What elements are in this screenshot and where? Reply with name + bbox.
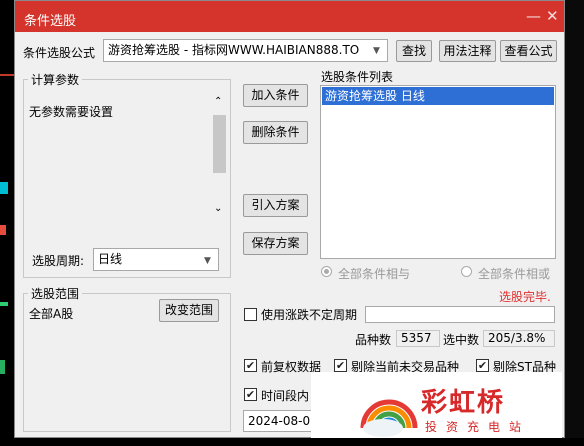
chevron-down-icon[interactable]: ▼ bbox=[204, 256, 211, 266]
formula-select[interactable]: 游资抢筹选股 - 指标网WWW.HAIBIAN888.TO bbox=[103, 39, 388, 62]
formula-value: 游资抢筹选股 - 指标网WWW.HAIBIAN888.TO bbox=[108, 43, 360, 57]
chart-line bbox=[0, 360, 5, 374]
params-text: 无参数需要设置 bbox=[29, 105, 114, 119]
hit-value: 205/3.8% bbox=[488, 331, 546, 345]
save-plan-button[interactable]: 保存方案 bbox=[243, 232, 308, 255]
count-field: 5357 bbox=[396, 330, 440, 347]
chart-line bbox=[0, 74, 14, 76]
radio-or[interactable] bbox=[461, 266, 472, 277]
hit-label: 选中数 bbox=[443, 333, 480, 347]
check-icon: ✔ bbox=[245, 359, 256, 372]
period-label: 选股周期: bbox=[32, 254, 85, 268]
add-condition-button[interactable]: 加入条件 bbox=[243, 84, 308, 107]
period-range-label: 时间段内 bbox=[261, 389, 310, 403]
chevron-up-icon[interactable]: ⌃ bbox=[214, 96, 222, 107]
remove-untraded-checkbox[interactable]: ✔ bbox=[334, 359, 347, 372]
period-select[interactable]: 日线 bbox=[93, 248, 219, 271]
change-range-button[interactable]: 改变范围 bbox=[159, 299, 219, 322]
params-scrollbar[interactable]: ⌃ ⌄ bbox=[212, 95, 226, 223]
period-range-checkbox[interactable]: ✔ bbox=[244, 388, 257, 401]
adjust-checkbox[interactable]: ✔ bbox=[244, 359, 257, 372]
window-title: 条件选股 bbox=[24, 14, 77, 29]
radio-or-label: 全部条件相或 bbox=[478, 267, 551, 281]
period-value: 日线 bbox=[98, 252, 123, 266]
start-date-value: 2024-08-01 bbox=[248, 414, 318, 428]
condition-list[interactable]: 游资抢筹选股 日线 bbox=[320, 85, 556, 259]
radio-and-label: 全部条件相与 bbox=[338, 267, 411, 281]
range-group-label: 选股范围 bbox=[28, 285, 83, 302]
brand-name: 彩虹桥 bbox=[421, 388, 506, 418]
brand-subtitle: 投资充电站 bbox=[425, 420, 531, 434]
background-chart-strip bbox=[0, 0, 14, 446]
usage-notes-button[interactable]: 用法注释 bbox=[439, 40, 496, 62]
scroll-thumb[interactable] bbox=[213, 115, 226, 173]
delete-condition-button[interactable]: 删除条件 bbox=[243, 121, 308, 144]
hit-field: 205/3.8% bbox=[483, 330, 555, 347]
watermark-logo: 彩虹桥 投资充电站 bbox=[311, 372, 562, 438]
title-bar: 条件选股 — ✕ bbox=[15, 1, 564, 32]
count-label: 品种数 bbox=[355, 333, 392, 347]
background-bottom bbox=[0, 438, 584, 446]
check-icon: ✔ bbox=[245, 388, 256, 401]
limit-period-checkbox[interactable] bbox=[244, 308, 257, 321]
condition-item[interactable]: 游资抢筹选股 日线 bbox=[322, 87, 554, 105]
formula-label: 条件选股公式 bbox=[23, 46, 96, 60]
limit-period-input[interactable] bbox=[365, 306, 555, 323]
status-text: 选股完毕. bbox=[499, 290, 551, 304]
chart-line bbox=[0, 302, 8, 306]
close-icon[interactable]: ✕ bbox=[546, 7, 559, 25]
stock-screening-dialog: 条件选股 — ✕ 条件选股公式 游资抢筹选股 - 指标网WWW.HAIBIAN8… bbox=[14, 0, 565, 438]
background-chart-right bbox=[565, 0, 584, 446]
import-plan-button[interactable]: 引入方案 bbox=[243, 194, 308, 217]
limit-period-label: 使用涨跌不定周期 bbox=[261, 308, 358, 322]
check-icon: ✔ bbox=[335, 359, 346, 372]
minimize-icon[interactable]: — bbox=[526, 7, 541, 25]
find-button[interactable]: 查找 bbox=[396, 40, 432, 62]
chevron-down-icon[interactable]: ⌄ bbox=[214, 203, 222, 214]
condition-list-label: 选股条件列表 bbox=[321, 70, 394, 84]
remove-st-checkbox[interactable]: ✔ bbox=[476, 359, 489, 372]
view-formula-button[interactable]: 查看公式 bbox=[500, 40, 557, 62]
chevron-down-icon[interactable]: ▼ bbox=[373, 46, 380, 56]
chart-line bbox=[0, 182, 8, 194]
chart-line bbox=[0, 225, 6, 235]
radio-and[interactable] bbox=[321, 266, 332, 277]
params-group-label: 计算参数 bbox=[28, 71, 83, 88]
count-value: 5357 bbox=[401, 331, 432, 345]
rainbow-logo-icon bbox=[360, 399, 418, 437]
check-icon: ✔ bbox=[477, 359, 488, 372]
range-value: 全部A股 bbox=[29, 307, 74, 321]
